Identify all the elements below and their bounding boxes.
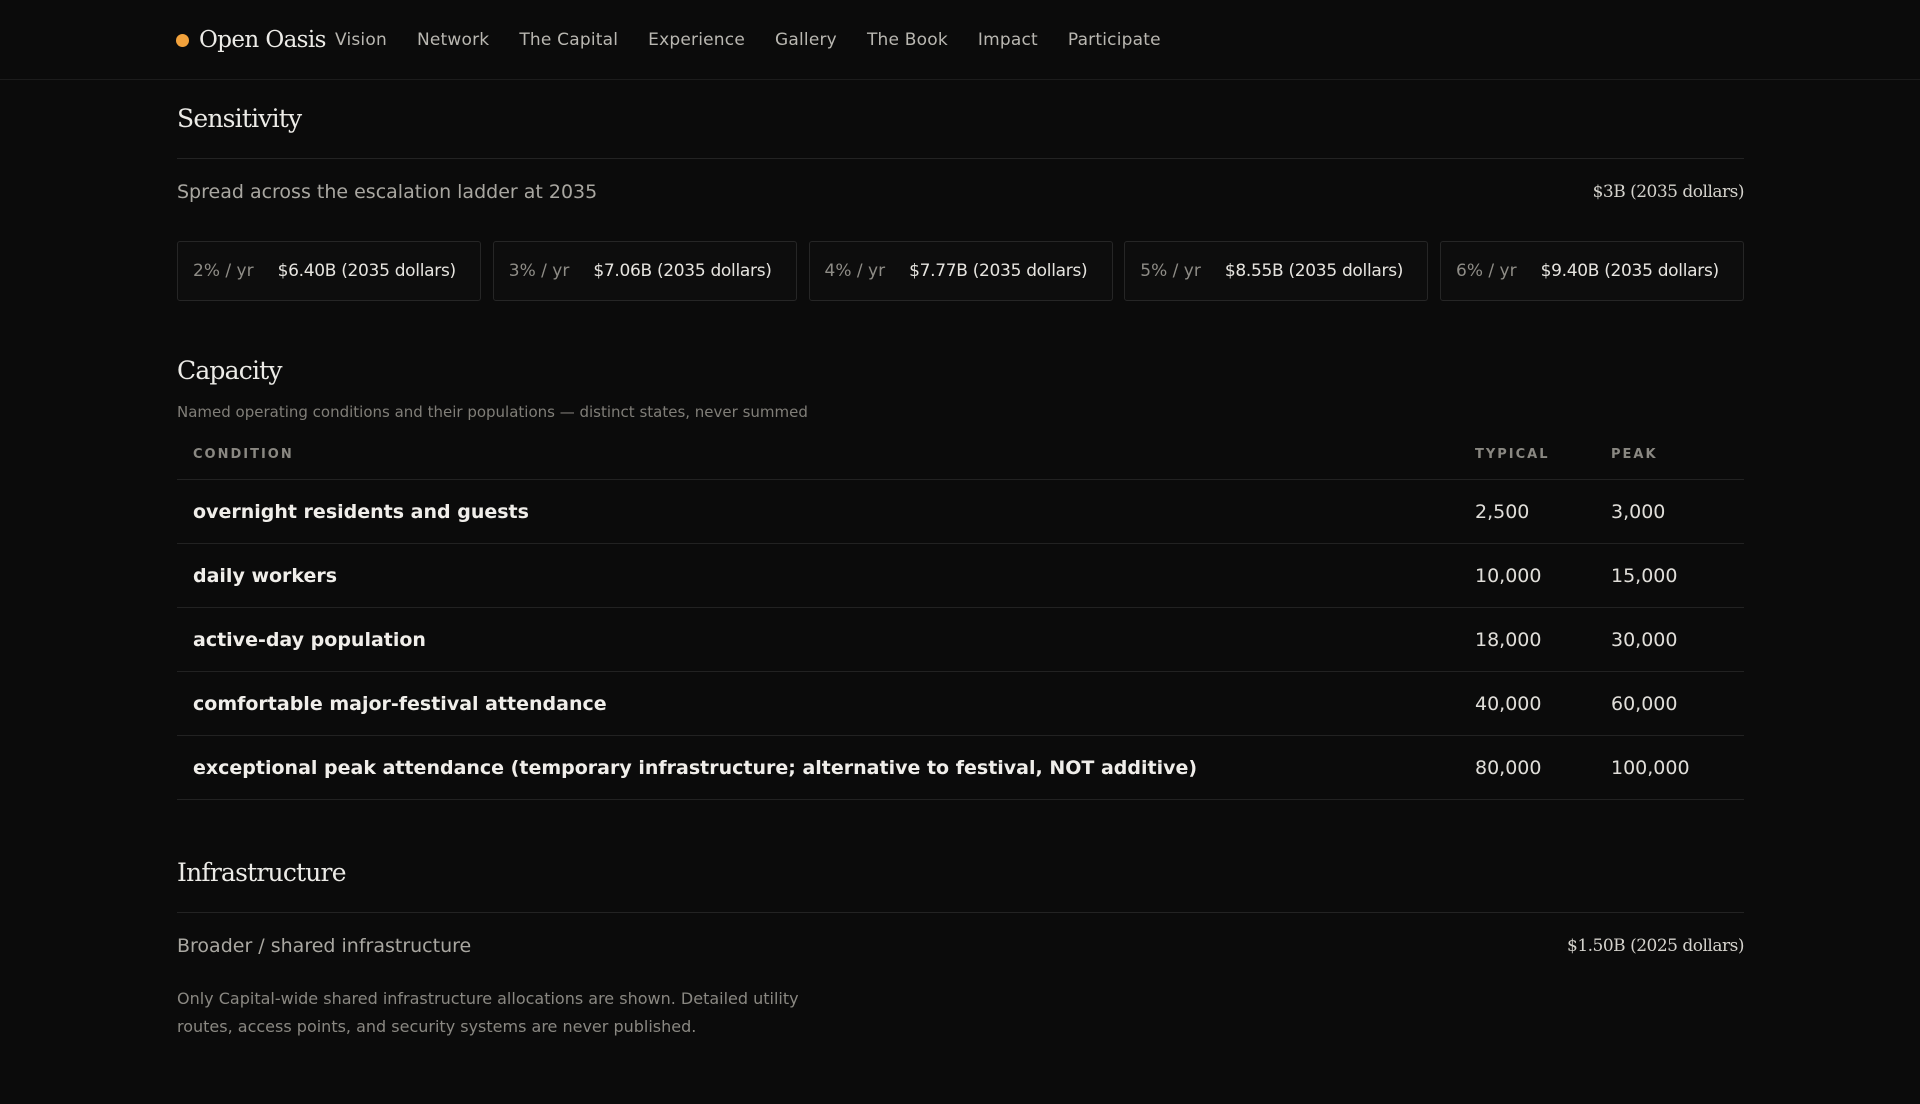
condition-cell: exceptional peak attendance (temporary i…	[177, 735, 1475, 800]
sensitivity-summary-row: Spread across the escalation ladder at 2…	[177, 179, 1745, 205]
peak-cell: 30,000	[1611, 607, 1744, 672]
escalation-card: 4% / yr $7.77B (2035 dollars)	[808, 241, 1113, 301]
card-rate: 2% / yr	[193, 261, 254, 281]
card-value: $7.77B (2035 dollars)	[909, 261, 1088, 281]
sensitivity-label: Spread across the escalation ladder at 2…	[177, 181, 598, 203]
main-content: Sensitivity Spread across the escalation…	[177, 80, 1745, 1041]
infrastructure-summary-row: Broader / shared infrastructure $1.50B (…	[177, 933, 1744, 959]
infrastructure-label: Broader / shared infrastructure	[177, 935, 472, 957]
escalation-card: 5% / yr $8.55B (2035 dollars)	[1124, 241, 1429, 301]
sensitivity-value: $3B (2035 dollars)	[1592, 182, 1745, 202]
typical-cell: 2,500	[1475, 479, 1611, 544]
capacity-section: Capacity Named operating conditions and …	[177, 356, 1744, 800]
nav-item-gallery[interactable]: Gallery	[775, 30, 837, 50]
peak-cell: 3,000	[1611, 479, 1744, 544]
column-header-condition: CONDITION	[177, 429, 1475, 480]
brand-logo[interactable]: Open Oasis	[176, 22, 326, 58]
condition-cell: daily workers	[177, 543, 1475, 608]
brand-name: Open Oasis	[199, 27, 326, 53]
nav-item-participate[interactable]: Participate	[1068, 30, 1161, 50]
brand-dot-icon	[176, 33, 189, 47]
infrastructure-divider	[177, 912, 1744, 913]
sensitivity-title: Sensitivity	[177, 104, 302, 133]
typical-cell: 10,000	[1475, 543, 1611, 608]
card-value: $7.06B (2035 dollars)	[593, 261, 772, 281]
nav-item-impact[interactable]: Impact	[978, 30, 1038, 50]
sensitivity-section: Sensitivity Spread across the escalation…	[177, 104, 1745, 301]
table-row: comfortable major-festival attendance 40…	[177, 671, 1744, 736]
infrastructure-section: Infrastructure Broader / shared infrastr…	[177, 858, 1744, 1041]
infrastructure-value: $1.50B (2025 dollars)	[1567, 936, 1744, 956]
condition-cell: comfortable major-festival attendance	[177, 671, 1475, 736]
card-rate: 4% / yr	[824, 261, 886, 281]
typical-cell: 40,000	[1475, 671, 1611, 736]
table-row: overnight residents and guests 2,500 3,0…	[177, 479, 1744, 544]
escalation-card: 6% / yr $9.40B (2035 dollars)	[1440, 241, 1744, 301]
column-header-typical: TYPICAL	[1475, 429, 1611, 480]
peak-cell: 15,000	[1611, 543, 1744, 608]
escalation-card: 3% / yr $7.06B (2035 dollars)	[492, 241, 797, 301]
table-row: active-day population 18,000 30,000	[177, 607, 1744, 672]
main-nav: Vision Network The Capital Experience Ga…	[335, 22, 1191, 58]
nav-item-vision[interactable]: Vision	[335, 30, 387, 50]
table-row: daily workers 10,000 15,000	[177, 543, 1744, 608]
condition-cell: active-day population	[177, 607, 1475, 672]
condition-cell: overnight residents and guests	[177, 479, 1475, 544]
card-value: $6.40B (2035 dollars)	[277, 261, 457, 281]
table-row: exceptional peak attendance (temporary i…	[177, 735, 1744, 800]
peak-cell: 100,000	[1611, 735, 1744, 800]
typical-cell: 18,000	[1475, 607, 1611, 672]
capacity-title: Capacity	[177, 356, 283, 385]
capacity-table: CONDITION TYPICAL PEAK overnight residen…	[177, 429, 1744, 800]
nav-item-the-capital[interactable]: The Capital	[519, 30, 618, 50]
top-navigation-bar: Open Oasis Vision Network The Capital Ex…	[0, 0, 1920, 80]
table-header-row: CONDITION TYPICAL PEAK	[177, 429, 1744, 480]
card-rate: 5% / yr	[1140, 261, 1201, 281]
infrastructure-note: Only Capital-wide shared infrastructure …	[177, 989, 799, 1036]
card-value: $8.55B (2035 dollars)	[1224, 261, 1404, 281]
nav-item-network[interactable]: Network	[417, 30, 489, 50]
nav-item-the-book[interactable]: The Book	[867, 30, 948, 50]
escalation-cards: 2% / yr $6.40B (2035 dollars) 3% / yr $7…	[177, 241, 1744, 301]
peak-cell: 60,000	[1611, 671, 1744, 736]
card-value: $9.40B (2035 dollars)	[1540, 261, 1720, 281]
card-rate: 3% / yr	[508, 261, 570, 281]
card-rate: 6% / yr	[1456, 261, 1517, 281]
sensitivity-divider	[177, 158, 1744, 159]
infrastructure-title: Infrastructure	[177, 858, 347, 887]
escalation-card: 2% / yr $6.40B (2035 dollars)	[177, 241, 481, 301]
nav-item-experience[interactable]: Experience	[648, 30, 745, 50]
typical-cell: 80,000	[1475, 735, 1611, 800]
capacity-subtitle: Named operating conditions and their pop…	[177, 403, 808, 421]
column-header-peak: PEAK	[1611, 429, 1744, 480]
